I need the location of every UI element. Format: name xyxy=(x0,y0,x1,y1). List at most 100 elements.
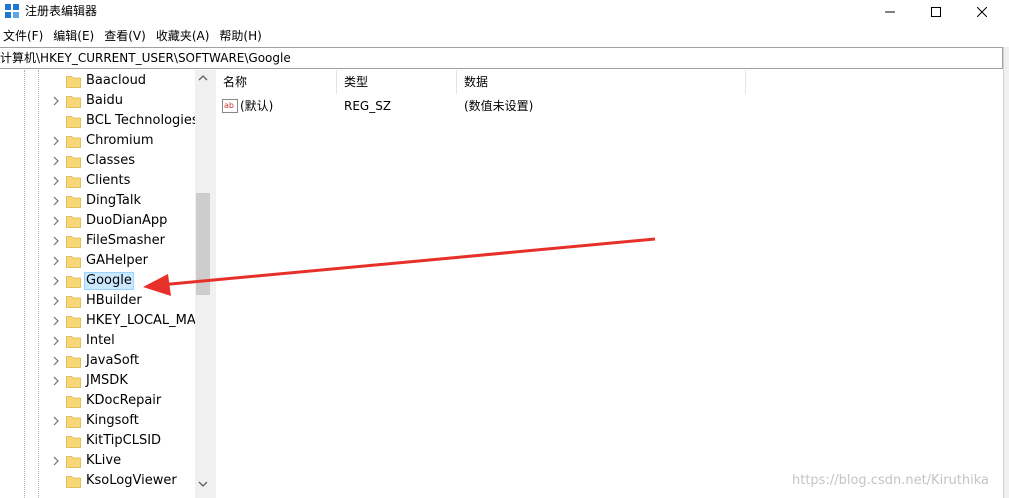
folder-icon xyxy=(66,316,81,328)
tree-item[interactable]: Kingsoft xyxy=(0,411,196,431)
minimize-icon xyxy=(885,11,895,13)
menu-bar: 文件(F) 编辑(E) 查看(V) 收藏夹(A) 帮助(H) xyxy=(0,26,269,46)
close-button[interactable] xyxy=(959,0,1005,24)
folder-icon xyxy=(66,116,81,128)
tree-item-label: KDocRepair xyxy=(86,393,162,408)
chevron-up-icon[interactable] xyxy=(198,74,208,82)
tree-item[interactable]: Intel xyxy=(0,331,196,351)
chevron-right-icon[interactable] xyxy=(51,176,61,186)
folder-icon xyxy=(66,416,81,428)
tree-item[interactable]: GAHelper xyxy=(0,251,196,271)
folder-icon xyxy=(66,476,81,488)
folder-icon xyxy=(66,276,81,288)
tree-item[interactable]: KsoLogViewer xyxy=(0,471,196,491)
tree-item[interactable]: BCL Technologies xyxy=(0,111,199,131)
folder-icon xyxy=(66,436,81,448)
chevron-right-icon[interactable] xyxy=(51,96,61,106)
tree-item-label: Google xyxy=(84,272,134,290)
value-row[interactable]: ab (默认) REG_SZ (数值未设置) xyxy=(216,96,746,116)
tree-item[interactable]: HBuilder xyxy=(0,291,196,311)
folder-icon xyxy=(66,356,81,368)
folder-icon xyxy=(66,296,81,308)
tree-item[interactable]: JavaSoft xyxy=(0,351,196,371)
column-header-data[interactable]: 数据 xyxy=(457,70,746,94)
maximize-button[interactable] xyxy=(913,0,959,24)
menu-view[interactable]: 查看(V) xyxy=(101,26,153,46)
tree-item-label: KitTipCLSID xyxy=(86,433,162,448)
menu-edit[interactable]: 编辑(E) xyxy=(50,26,101,46)
tree-item-label: Chromium xyxy=(86,133,154,148)
tree-item[interactable]: Clients xyxy=(0,171,196,191)
tree-item-label: Classes xyxy=(86,153,135,168)
tree-item-label: Baacloud xyxy=(86,73,147,88)
chevron-right-icon[interactable] xyxy=(51,196,61,206)
tree-item-label: Clients xyxy=(86,173,131,188)
tree-item[interactable]: Google xyxy=(0,271,196,291)
tree-item-label: KsoLogViewer xyxy=(86,473,177,488)
address-bar[interactable]: 计算机\HKEY_CURRENT_USER\SOFTWARE\Google xyxy=(0,47,1003,69)
tree-item[interactable]: DuoDianApp xyxy=(0,211,196,231)
chevron-right-icon[interactable] xyxy=(51,416,61,426)
folder-icon xyxy=(66,376,81,388)
folder-icon xyxy=(66,256,81,268)
tree-item-label: HBuilder xyxy=(86,293,142,308)
chevron-right-icon[interactable] xyxy=(51,236,61,246)
menu-help[interactable]: 帮助(H) xyxy=(216,26,268,46)
chevron-right-icon[interactable] xyxy=(51,316,61,326)
chevron-right-icon[interactable] xyxy=(51,156,61,166)
column-header-type[interactable]: 类型 xyxy=(337,70,457,94)
string-value-icon: ab xyxy=(222,99,238,113)
address-path[interactable]: 计算机\HKEY_CURRENT_USER\SOFTWARE\Google xyxy=(0,50,291,66)
tree-item[interactable]: Chromium xyxy=(0,131,196,151)
menu-favorites[interactable]: 收藏夹(A) xyxy=(153,26,217,46)
key-tree: Baacloud Baidu BCL Technologies Chromium Cla… xyxy=(0,70,211,498)
chevron-right-icon[interactable] xyxy=(51,456,61,466)
tree-item[interactable]: Classes xyxy=(0,151,196,171)
folder-icon xyxy=(66,176,81,188)
folder-icon xyxy=(66,336,81,348)
tree-item[interactable]: KLive xyxy=(0,451,196,471)
tree-item[interactable]: KitTipCLSID xyxy=(0,431,196,451)
tree-item-label: DuoDianApp xyxy=(86,213,168,228)
tree-item-label: DingTalk xyxy=(86,193,142,208)
chevron-right-icon[interactable] xyxy=(51,336,61,346)
tree-item[interactable]: DingTalk xyxy=(0,191,196,211)
window-title: 注册表编辑器 xyxy=(25,4,98,18)
tree-item-label: Kingsoft xyxy=(86,413,139,428)
tree-item-label: BCL Technologies xyxy=(86,113,199,128)
value-name: (默认) xyxy=(240,99,274,113)
folder-icon xyxy=(66,96,81,108)
chevron-down-icon[interactable] xyxy=(198,480,208,488)
chevron-right-icon[interactable] xyxy=(51,256,61,266)
menu-file[interactable]: 文件(F) xyxy=(0,26,50,46)
tree-item-label: JMSDK xyxy=(86,373,128,388)
column-header-name[interactable]: 名称 xyxy=(216,70,337,94)
folder-icon xyxy=(66,236,81,248)
watermark-text: https://blog.csdn.net/Kiruthika xyxy=(792,473,989,488)
tree-item[interactable]: Baidu xyxy=(0,91,196,111)
title-bar: 注册表编辑器 xyxy=(0,0,1009,24)
close-icon xyxy=(977,7,987,17)
tree-item[interactable]: HKEY_LOCAL_MAC xyxy=(0,311,205,331)
folder-icon xyxy=(66,76,81,88)
minimize-button[interactable] xyxy=(867,0,913,24)
chevron-right-icon[interactable] xyxy=(51,296,61,306)
chevron-right-icon[interactable] xyxy=(51,136,61,146)
chevron-right-icon[interactable] xyxy=(51,216,61,226)
folder-icon xyxy=(66,136,81,148)
registry-editor-icon xyxy=(5,4,19,18)
chevron-right-icon[interactable] xyxy=(51,356,61,366)
folder-icon xyxy=(66,216,81,228)
tree-item-label: HKEY_LOCAL_MAC xyxy=(86,313,205,328)
folder-icon xyxy=(66,156,81,168)
tree-scroll-thumb[interactable] xyxy=(196,193,210,295)
tree-item[interactable]: KDocRepair xyxy=(0,391,196,411)
chevron-right-icon[interactable] xyxy=(51,376,61,386)
chevron-right-icon[interactable] xyxy=(51,276,61,286)
tree-item[interactable]: JMSDK xyxy=(0,371,196,391)
tree-item[interactable]: Baacloud xyxy=(0,71,196,91)
tree-item-label: JavaSoft xyxy=(86,353,140,368)
tree-item-label: GAHelper xyxy=(86,253,148,268)
tree-item[interactable]: FileSmasher xyxy=(0,231,196,251)
tree-item-label: KLive xyxy=(86,453,122,468)
